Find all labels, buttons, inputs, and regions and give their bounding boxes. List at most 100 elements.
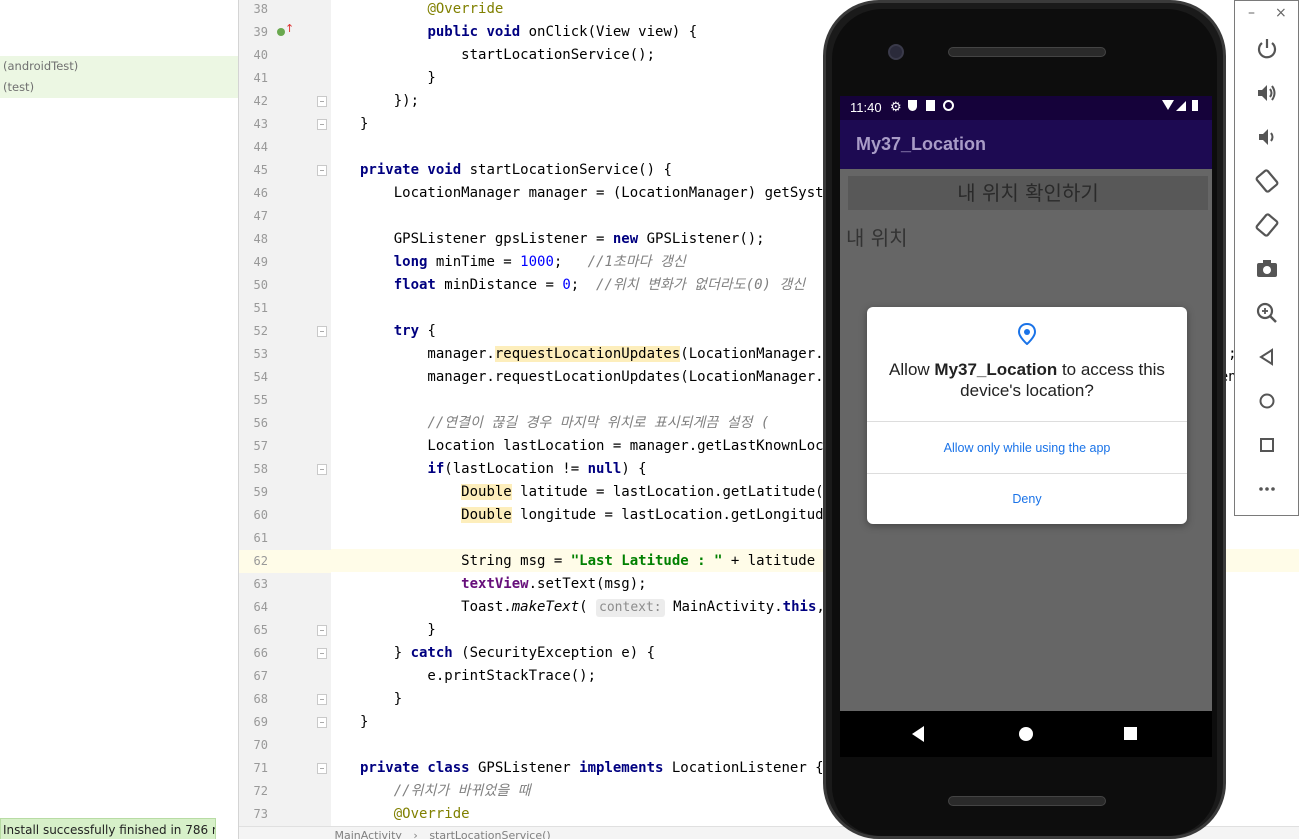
code-line[interactable]: } [360, 113, 368, 136]
line-number: 51 [253, 301, 268, 315]
line-number: 60 [253, 508, 268, 522]
line-number: 40 [253, 48, 268, 62]
code-line[interactable]: }); [360, 90, 419, 113]
line-number: 72 [253, 784, 268, 798]
permission-app-name: My37_Location [934, 360, 1058, 379]
wifi-status-icon [1162, 100, 1174, 110]
line-number: 47 [253, 209, 268, 223]
code-line[interactable]: String msg = "Last Latitude : " + latitu… [360, 550, 849, 573]
check-location-button[interactable]: 내 위치 확인하기 [848, 176, 1208, 210]
code-line[interactable]: private void startLocationService() { [360, 159, 672, 182]
line-number: 64 [253, 600, 268, 614]
fold-icon[interactable] [317, 694, 327, 705]
fold-icon[interactable] [317, 96, 327, 107]
line-number: 70 [253, 738, 268, 752]
location-pin-icon [1017, 323, 1037, 345]
back-icon[interactable] [1253, 343, 1281, 371]
code-line[interactable]: try { [360, 320, 436, 343]
line-number: 55 [253, 393, 268, 407]
app-bar: My37_Location [840, 120, 1212, 169]
code-line[interactable]: float minDistance = 0; //위치 변화가 없더라도(0) … [360, 274, 805, 297]
sd-card-status-icon [926, 100, 935, 111]
fold-icon[interactable] [317, 464, 327, 475]
allow-while-using-button[interactable]: Allow only while using the app [867, 423, 1187, 473]
implements-arrow-icon[interactable]: ↑ [285, 23, 294, 35]
line-number: 54 [253, 370, 268, 384]
fold-icon[interactable] [317, 326, 327, 337]
code-line[interactable]: } [360, 67, 435, 90]
code-line[interactable]: startLocationService(); [360, 44, 655, 67]
editor-gutter: 38 39 ↑ 40 41 42 43 44 45 46 47 48 49 50 … [239, 0, 331, 826]
project-tree-item-androidtest[interactable]: (androidTest) [0, 56, 238, 77]
line-number: 56 [253, 416, 268, 430]
minimize-button[interactable]: – [1248, 6, 1255, 20]
line-number: 69 [253, 715, 268, 729]
permission-message: Allow My37_Location to access this devic… [889, 360, 1165, 400]
code-line[interactable]: //위치가 바뀌었을 때 [360, 780, 531, 803]
code-line[interactable]: GPSListener gpsListener = new GPSListene… [360, 228, 765, 251]
zoom-icon[interactable] [1253, 299, 1281, 327]
line-number: 59 [253, 485, 268, 499]
close-button[interactable]: × [1275, 6, 1287, 20]
code-line[interactable]: Double latitude = lastLocation.getLatitu… [360, 481, 840, 504]
fold-icon[interactable] [317, 625, 327, 636]
line-number: 63 [253, 577, 268, 591]
code-line[interactable]: } [360, 688, 402, 711]
line-number: 50 [253, 278, 268, 292]
code-line[interactable]: @Override [360, 803, 470, 826]
line-number: 38 [253, 2, 268, 16]
app-title: My37_Location [856, 134, 987, 154]
code-line[interactable]: //연결이 끊길 경우 마지막 위치로 표시되게끔 설정 ( [360, 412, 769, 435]
code-line[interactable]: if(lastLocation != null) { [360, 458, 646, 481]
code-line[interactable]: e.printStackTrace(); [360, 665, 596, 688]
line-number: 48 [253, 232, 268, 246]
front-camera-icon [888, 44, 904, 60]
project-panel: (androidTest) (test) Install successfull… [0, 0, 238, 839]
fold-icon[interactable] [317, 165, 327, 176]
nav-home-icon[interactable] [1019, 727, 1033, 741]
line-number: 52 [253, 324, 268, 338]
code-line[interactable]: public void onClick(View view) { [360, 21, 697, 44]
fold-icon[interactable] [317, 763, 327, 774]
overview-icon[interactable] [1253, 431, 1281, 459]
line-number: 43 [253, 117, 268, 131]
rotate-left-icon[interactable] [1253, 167, 1281, 195]
code-line[interactable]: private class GPSListener implements Loc… [360, 757, 824, 780]
install-status-toast: Install successfully finished in 786 ms. [0, 818, 216, 839]
power-icon[interactable] [1253, 35, 1281, 63]
shield-status-icon [908, 100, 917, 111]
line-number: 67 [253, 669, 268, 683]
volume-down-icon[interactable] [1253, 123, 1281, 151]
nav-back-icon[interactable] [912, 726, 924, 742]
nav-recents-icon[interactable] [1124, 727, 1137, 740]
code-line[interactable]: } [360, 619, 435, 642]
line-number: 73 [253, 807, 268, 821]
code-line[interactable]: @Override [360, 0, 503, 21]
code-line[interactable]: } [360, 711, 368, 734]
camera-icon[interactable] [1253, 255, 1281, 283]
code-line[interactable]: textView.setText(msg); [360, 573, 646, 596]
home-icon[interactable] [1253, 387, 1281, 415]
fold-icon[interactable] [317, 717, 327, 728]
battery-status-icon [1192, 100, 1198, 111]
rotate-right-icon[interactable] [1253, 211, 1281, 239]
code-line[interactable]: long minTime = 1000; //1초마다 갱신 [360, 251, 686, 274]
override-marker-icon[interactable] [277, 28, 285, 36]
code-line[interactable]: } catch (SecurityException e) { [360, 642, 655, 665]
breadcrumb-method[interactable]: startLocationService() [429, 827, 550, 839]
speaker-grille [948, 47, 1106, 57]
line-number: 45 [253, 163, 268, 177]
volume-up-icon[interactable] [1253, 79, 1281, 107]
project-tree-item-test[interactable]: (test) [0, 77, 238, 98]
breadcrumb-class[interactable]: MainActivity [335, 827, 402, 839]
code-line[interactable]: Double longitude = lastLocation.getLongi… [360, 504, 857, 527]
deny-button[interactable]: Deny [867, 474, 1187, 524]
line-number: 57 [253, 439, 268, 453]
more-icon[interactable] [1253, 475, 1281, 503]
emulator-phone: 11:40 ⚙ My37_Location 내 위치 확인하기 내 위치 All [823, 0, 1226, 839]
permission-dialog: Allow My37_Location to access this devic… [867, 307, 1187, 524]
settings-status-icon: ⚙ [890, 99, 902, 114]
fold-icon[interactable] [317, 648, 327, 659]
fold-icon[interactable] [317, 119, 327, 130]
line-number: 41 [253, 71, 268, 85]
